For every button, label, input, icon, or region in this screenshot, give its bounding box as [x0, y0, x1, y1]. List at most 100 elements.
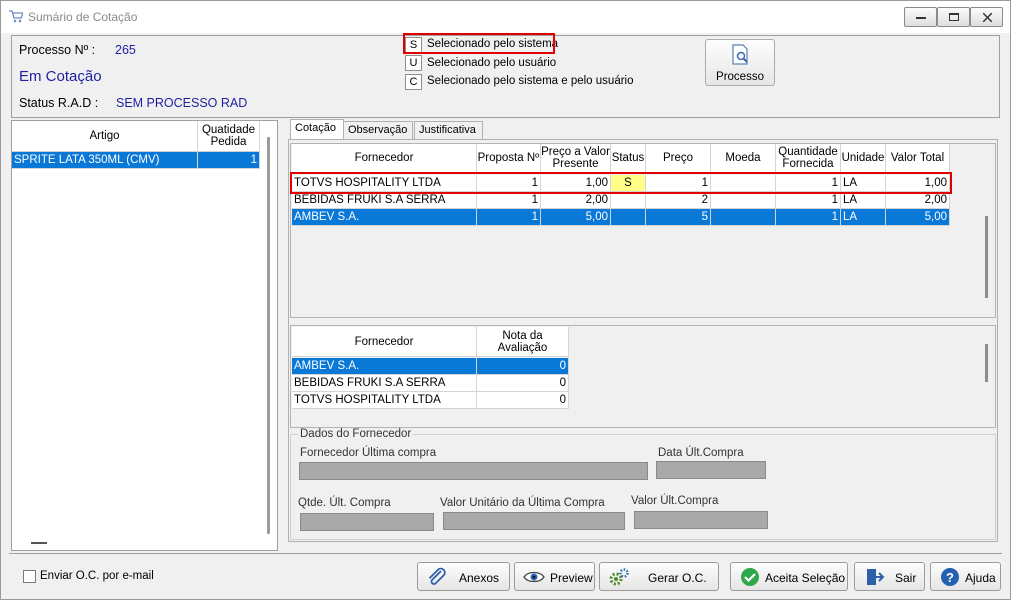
quote-summary-window: Sumário de Cotação Processo Nº : 265 Em …	[0, 0, 1011, 600]
quote-status: Em Cotação	[19, 68, 102, 85]
legend-u-badge: U	[405, 55, 422, 71]
quotes-header-supplier[interactable]: Fornecedor	[292, 144, 477, 173]
quote-row-2-price[interactable]: 2	[646, 192, 711, 209]
quote-row-2-supplied-qty[interactable]: 1	[776, 192, 841, 209]
email-checkbox[interactable]	[23, 570, 36, 583]
preview-button[interactable]: Preview	[514, 562, 595, 591]
help-label: Ajuda	[965, 571, 996, 585]
process-number: 265	[115, 43, 136, 57]
quote-row-2-total-value[interactable]: 2,00	[886, 192, 950, 209]
process-label: Processo Nº :	[19, 43, 96, 57]
last-date-field	[656, 461, 766, 479]
quotes-header-present-value-price[interactable]: Preço a Valor Presente	[541, 144, 611, 173]
eval-header-supplier[interactable]: Fornecedor	[292, 327, 477, 357]
preview-label: Preview	[550, 571, 593, 585]
close-icon	[983, 13, 992, 22]
eval-row-1-evaluation-score[interactable]: 0	[477, 358, 569, 375]
quote-row-3-price[interactable]: 5	[646, 209, 711, 226]
highlight-annotation-legend	[403, 33, 555, 54]
last-value-label: Valor Últ.Compra	[631, 495, 719, 507]
quote-row-2-unit[interactable]: LA	[841, 192, 886, 209]
bottom-separator	[9, 553, 1002, 554]
window-title: Sumário de Cotação	[28, 10, 138, 24]
quote-row-3-total-value[interactable]: 5,00	[886, 209, 950, 226]
quotes-header-total-value[interactable]: Valor Total	[886, 144, 950, 173]
tab-observacao[interactable]: Observação	[343, 121, 413, 139]
quotes-header-proposal[interactable]: Proposta Nº	[477, 144, 541, 173]
quotes-header-price[interactable]: Preço	[646, 144, 711, 173]
exit-label: Sair	[895, 571, 917, 585]
quote-row-2-present-value-price[interactable]: 2,00	[541, 192, 611, 209]
cart-icon	[9, 10, 23, 23]
eye-icon	[523, 571, 545, 583]
article-row-quantity[interactable]: 1	[198, 152, 260, 169]
gears-icon	[609, 568, 629, 586]
last-qty-field	[300, 513, 434, 531]
eval-row-2-supplier[interactable]: BEBIDAS FRUKI S.A SERRA	[292, 375, 477, 392]
paperclip-icon	[428, 567, 446, 585]
process-button[interactable]: Processo	[705, 39, 775, 86]
maximize-icon	[949, 13, 959, 21]
evaluation-grid-scrollbar[interactable]	[985, 344, 988, 382]
generate-order-button[interactable]: Gerar O.C.	[599, 562, 719, 591]
eval-header-evaluation-score[interactable]: Nota da Avaliação	[477, 327, 569, 357]
accept-selection-button[interactable]: Aceita Seleção	[730, 562, 848, 591]
highlight-annotation-row	[290, 172, 952, 194]
quote-row-3-currency[interactable]	[711, 209, 776, 226]
articles-header-artigo[interactable]: Artigo	[12, 121, 198, 152]
quote-row-3-proposal[interactable]: 1	[477, 209, 541, 226]
last-supplier-label: Fornecedor Última compra	[300, 447, 437, 459]
eval-row-3-evaluation-score[interactable]: 0	[477, 392, 569, 409]
legend-u-text: Selecionado pelo usuário	[427, 57, 557, 69]
exit-button[interactable]: Sair	[854, 562, 925, 591]
last-value-field	[634, 511, 768, 529]
last-qty-label: Qtde. Últ. Compra	[298, 497, 391, 509]
quote-row-2-supplier[interactable]: BEBIDAS FRUKI S.A SERRA	[292, 192, 477, 209]
quote-row-2-currency[interactable]	[711, 192, 776, 209]
minimize-button[interactable]	[904, 7, 937, 27]
articles-hscroll[interactable]	[31, 542, 47, 544]
eval-row-1-supplier[interactable]: AMBEV S.A.	[292, 358, 477, 375]
eval-row-3-supplier[interactable]: TOTVS HOSPITALITY LTDA	[292, 392, 477, 409]
legend-c-badge: C	[405, 74, 422, 90]
quotes-header-unit[interactable]: Unidade	[841, 144, 886, 173]
quotes-grid-scrollbar[interactable]	[985, 216, 988, 298]
close-button[interactable]	[970, 7, 1003, 27]
generate-order-label: Gerar O.C.	[648, 571, 707, 585]
svg-text:?: ?	[946, 570, 954, 585]
exit-door-icon	[867, 569, 885, 585]
eval-row-2-evaluation-score[interactable]: 0	[477, 375, 569, 392]
supplier-data-title: Dados do Fornecedor	[298, 428, 414, 440]
tab-justificativa[interactable]: Justificativa	[414, 121, 483, 139]
articles-header-quantity[interactable]: Quatidade Pedida	[198, 121, 260, 152]
rad-status: SEM PROCESSO RAD	[116, 96, 248, 110]
minimize-icon	[916, 17, 926, 19]
document-search-icon	[732, 44, 748, 65]
article-row-name[interactable]: SPRITE LATA 350ML (CMV)	[12, 152, 198, 169]
articles-scrollbar[interactable]	[267, 137, 270, 534]
rad-label: Status R.A.D :	[19, 96, 99, 110]
help-button[interactable]: ? Ajuda	[930, 562, 1001, 591]
quote-row-2-status[interactable]	[611, 192, 646, 209]
attachments-button[interactable]: Anexos	[417, 562, 510, 591]
tab-cotacao[interactable]: Cotação	[290, 119, 344, 140]
quotes-header-status[interactable]: Status	[611, 144, 646, 173]
email-checkbox-label: Enviar O.C. por e-mail	[40, 570, 154, 582]
last-unit-value-label: Valor Unitário da Última Compra	[440, 497, 605, 509]
check-icon	[741, 568, 759, 586]
quote-row-2-proposal[interactable]: 1	[477, 192, 541, 209]
articles-panel: Artigo Quatidade Pedida SPRITE LATA 350M…	[11, 120, 278, 551]
quote-row-3-supplied-qty[interactable]: 1	[776, 209, 841, 226]
quote-row-3-unit[interactable]: LA	[841, 209, 886, 226]
quote-row-3-status[interactable]	[611, 209, 646, 226]
maximize-button[interactable]	[937, 7, 970, 27]
last-date-label: Data Últ.Compra	[658, 447, 744, 459]
quotes-header-supplied-qty[interactable]: Quantidade Fornecida	[776, 144, 841, 173]
legend-c-text: Selecionado pelo sistema e pelo usuário	[427, 75, 634, 87]
quotes-header-currency[interactable]: Moeda	[711, 144, 776, 173]
help-icon: ?	[941, 568, 959, 586]
last-supplier-field	[299, 462, 648, 480]
title-bar: Sumário de Cotação	[1, 1, 1010, 33]
quote-row-3-present-value-price[interactable]: 5,00	[541, 209, 611, 226]
quote-row-3-supplier[interactable]: AMBEV S.A.	[292, 209, 477, 226]
